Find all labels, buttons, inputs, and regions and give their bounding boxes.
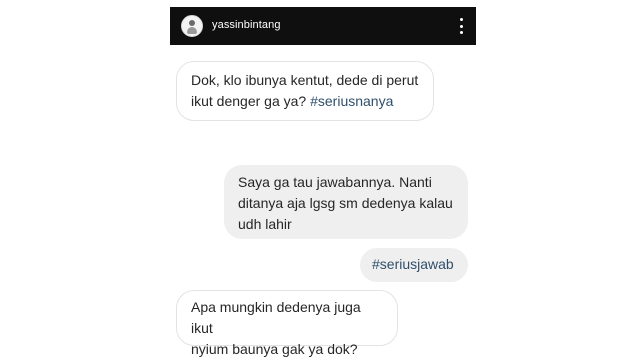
message-bubble-outgoing[interactable]: #seriusjawab bbox=[360, 248, 468, 282]
message-text: Apa mungkin dedenya juga ikut nyium baun… bbox=[191, 299, 361, 357]
chat-header: yassinbintang bbox=[170, 7, 476, 45]
dm-screen: yassinbintang Dok, klo ibunya kentut, de… bbox=[170, 0, 476, 360]
message-hashtag[interactable]: #seriusnanya bbox=[310, 93, 393, 109]
message-bubble-incoming[interactable]: Dok, klo ibunya kentut, dede di perut ik… bbox=[176, 61, 434, 121]
avatar-icon[interactable] bbox=[181, 15, 203, 37]
message-text: Saya ga tau jawabannya. Nanti ditanya aj… bbox=[238, 174, 453, 232]
more-vertical-icon[interactable] bbox=[458, 18, 464, 34]
avatar-head bbox=[189, 20, 195, 26]
message-bubble-incoming[interactable]: Apa mungkin dedenya juga ikut nyium baun… bbox=[176, 290, 398, 357]
message-bubble-outgoing[interactable]: Saya ga tau jawabannya. Nanti ditanya aj… bbox=[224, 165, 468, 239]
message-hashtag[interactable]: #seriusjawab bbox=[372, 256, 454, 272]
username[interactable]: yassinbintang bbox=[212, 19, 281, 31]
avatar-body bbox=[187, 27, 197, 34]
